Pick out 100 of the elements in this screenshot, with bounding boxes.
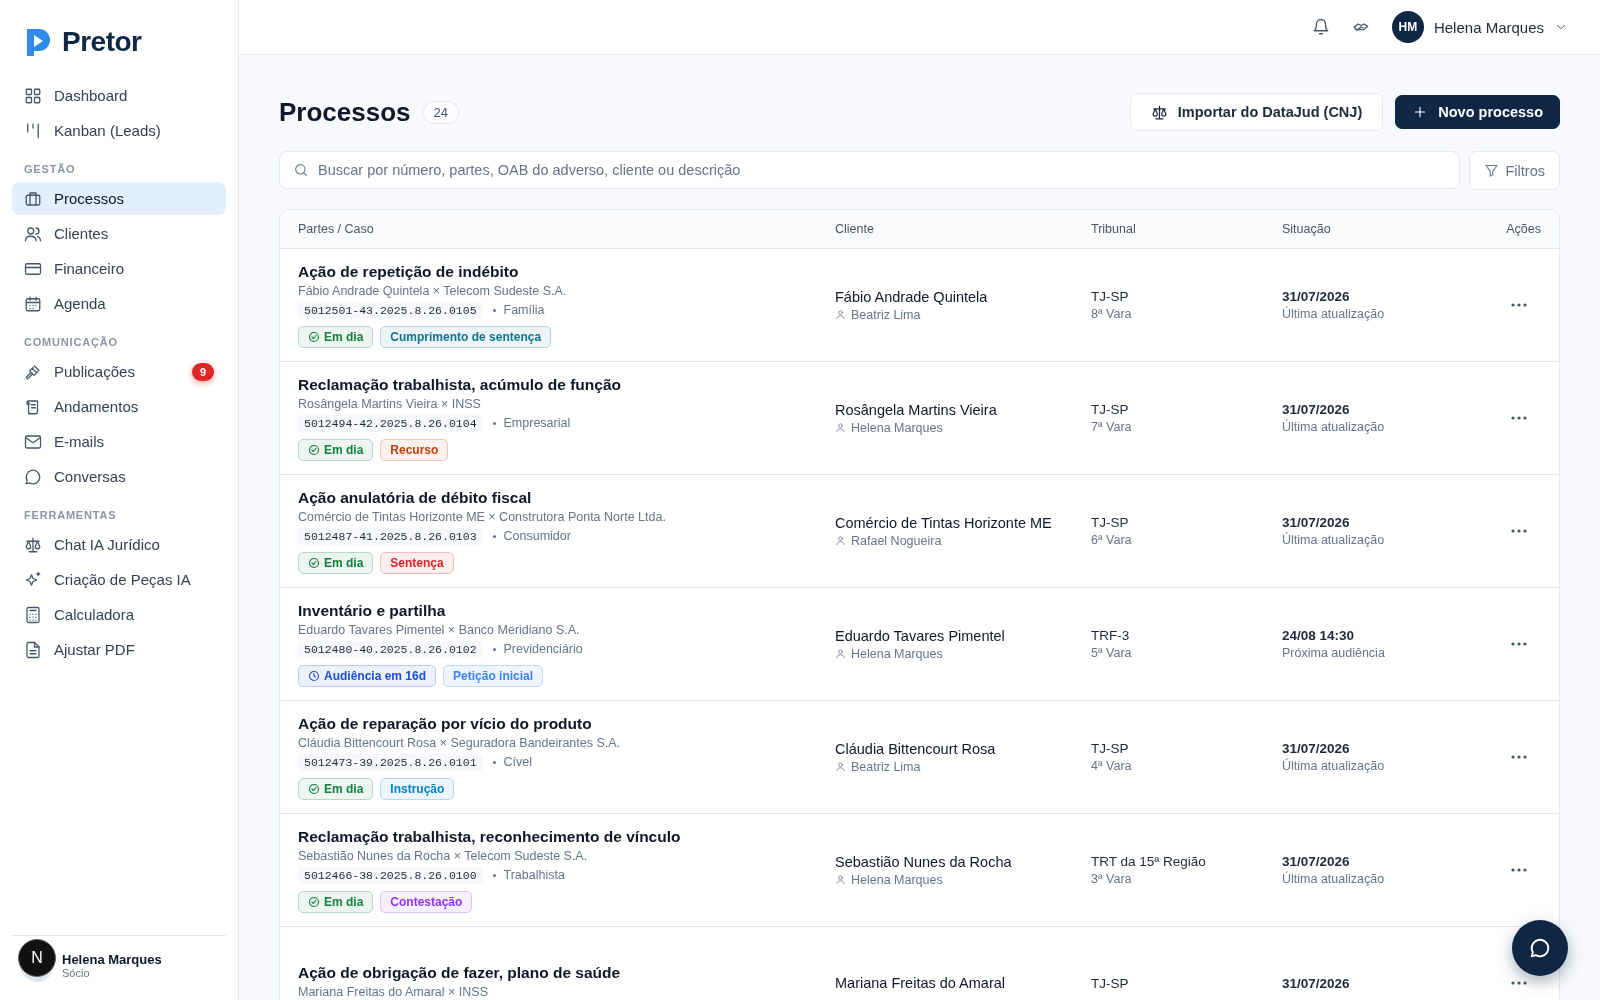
case-parties: Fábio Andrade Quintela × Telecom Sudeste S.A. xyxy=(298,283,568,298)
date: 31/07/2026 xyxy=(1282,515,1351,530)
check-circle-icon xyxy=(308,330,320,343)
case-area: Trabalhista xyxy=(503,868,565,882)
search-icon xyxy=(293,162,309,178)
phase-tag: Sentença xyxy=(380,551,454,574)
nav-item[interactable]: Chat IA Jurídico xyxy=(12,528,226,561)
phase-tag: Contestação xyxy=(380,890,473,913)
chat-icon xyxy=(1529,937,1551,959)
responsible-name: Rafael Nogueira xyxy=(851,533,942,548)
court: 5ª Vara xyxy=(1091,646,1133,660)
client-name: Fábio Andrade Quintela xyxy=(835,288,989,305)
date: 31/07/2026 xyxy=(1282,854,1351,869)
status-tag: Em dia xyxy=(298,438,374,461)
more-icon[interactable] xyxy=(1511,981,1527,985)
user-role: Sócio xyxy=(62,966,91,979)
column-header: Tribunal xyxy=(1091,222,1137,236)
more-icon[interactable] xyxy=(1511,642,1527,646)
import-button[interactable]: Importar do DataJud (CNJ) xyxy=(1129,93,1384,131)
more-icon[interactable] xyxy=(1511,303,1527,307)
case-area: Previdenciário xyxy=(503,642,583,656)
date: 31/07/2026 xyxy=(1282,289,1351,304)
more-icon[interactable] xyxy=(1511,755,1527,759)
section-heading: GESTÃO xyxy=(23,162,77,177)
count-badge: 24 xyxy=(422,100,459,124)
nav-item[interactable]: Kanban (Leads) xyxy=(12,114,226,147)
date: 24/08 14:30 xyxy=(1282,628,1356,643)
nav-item[interactable]: Publicações 9 xyxy=(12,355,226,388)
brand-name: Pretor xyxy=(62,26,142,58)
nav-item[interactable]: Andamentos xyxy=(12,390,226,423)
case-title: Ação de reparação por vício do produto xyxy=(298,714,593,733)
case-parties: Eduardo Tavares Pimentel × Banco Meridiano S.A. xyxy=(298,622,581,637)
phase-tag: Petição inicial xyxy=(443,664,544,687)
court: 6ª Vara xyxy=(1091,533,1133,547)
person-icon xyxy=(835,648,846,659)
section-heading: COMUNICAÇÃO xyxy=(23,335,119,350)
tribunal: TJ-SP xyxy=(1091,975,1130,991)
nav-item[interactable]: Dashboard xyxy=(12,79,226,112)
count-badge: 9 xyxy=(192,362,214,381)
check-circle-icon xyxy=(308,782,320,795)
nav-item[interactable]: Agenda xyxy=(12,287,226,320)
case-title: Reclamação trabalhista, acúmulo de função xyxy=(298,375,623,394)
filter-icon xyxy=(1483,163,1499,178)
status-tag: Em dia xyxy=(298,551,374,574)
more-icon[interactable] xyxy=(1511,868,1527,872)
responsible-name: Helena Marques xyxy=(851,646,943,661)
nav-item[interactable]: Processos xyxy=(12,182,226,215)
status-tag: Audiência em 16d xyxy=(298,664,437,687)
status-tag: Em dia xyxy=(298,325,374,348)
column-header: Situação xyxy=(1282,222,1332,236)
case-parties: Sebastião Nunes da Rocha × Telecom Sudeste S.A. xyxy=(298,848,589,863)
nav-item[interactable]: Clientes xyxy=(12,217,226,250)
case-area: Empresarial xyxy=(503,416,571,430)
more-icon[interactable] xyxy=(1511,416,1527,420)
document-icon xyxy=(24,640,42,659)
client-name: Comércio de Tintas Horizonte ME xyxy=(835,514,1053,531)
bell-icon[interactable] xyxy=(1311,18,1330,36)
case-number: 5012480-40.2025.8.26.0102 xyxy=(298,640,483,658)
date-label: Última atualização xyxy=(1282,759,1386,773)
date: 31/07/2026 xyxy=(1282,975,1351,991)
case-parties: Rosângela Martins Vieira × INSS xyxy=(298,396,482,411)
search-field[interactable]: Buscar por número, partes, OAB do adverso, cliente ou descrição xyxy=(279,151,1460,189)
user-name: Helena Marques xyxy=(62,951,162,967)
nav-item[interactable]: Ajustar PDF xyxy=(12,633,226,666)
gavel-icon xyxy=(24,362,42,381)
tribunal: TRF-3 xyxy=(1091,628,1131,643)
column-header: Cliente xyxy=(835,222,875,236)
calculator-icon xyxy=(24,605,42,624)
date: 31/07/2026 xyxy=(1282,741,1351,756)
columns-icon xyxy=(24,121,42,140)
check-circle-icon xyxy=(308,556,320,569)
responsible-name: Helena Marques xyxy=(851,872,943,887)
responsible-name: Beatriz Lima xyxy=(851,307,921,322)
case-parties: Comércio de Tintas Horizonte ME × Construtora Ponta Norte Ltda. xyxy=(298,509,667,524)
date-label: Última atualização xyxy=(1282,420,1386,434)
sparkles-icon xyxy=(24,570,42,589)
court: 8ª Vara xyxy=(1091,307,1133,321)
nav-item[interactable]: Financeiro xyxy=(12,252,226,285)
date: 31/07/2026 xyxy=(1282,402,1351,417)
nav-item[interactable]: Criação de Peças IA xyxy=(12,563,226,596)
client-name: Rosângela Martins Vieira xyxy=(835,401,998,418)
more-icon[interactable] xyxy=(1511,529,1527,533)
case-title: Reclamação trabalhista, reconhecimento de vínculo xyxy=(298,827,682,846)
nav-item[interactable]: Conversas xyxy=(12,460,226,493)
calendar-icon xyxy=(24,294,42,313)
page-title: Processos xyxy=(279,96,411,128)
phase-tag: Recurso xyxy=(380,438,449,461)
nav-item[interactable]: E-mails xyxy=(12,425,226,458)
case-title: Ação de obrigação de fazer, plano de saúde xyxy=(298,963,622,982)
nav-item[interactable]: Calculadora xyxy=(12,598,226,631)
responsible-name: Beatriz Lima xyxy=(851,759,921,774)
filter-button[interactable]: Filtros xyxy=(1468,151,1560,190)
check-circle-icon xyxy=(308,443,320,456)
client-name: Cláudia Bittencourt Rosa xyxy=(835,740,997,757)
tribunal: TJ-SP xyxy=(1091,289,1130,304)
date-label: Última atualização xyxy=(1282,533,1386,547)
new-process-button[interactable]: Novo processo xyxy=(1395,95,1560,129)
check-circle-icon xyxy=(308,895,320,908)
grid-icon xyxy=(24,86,42,105)
briefcase-icon xyxy=(24,189,42,208)
